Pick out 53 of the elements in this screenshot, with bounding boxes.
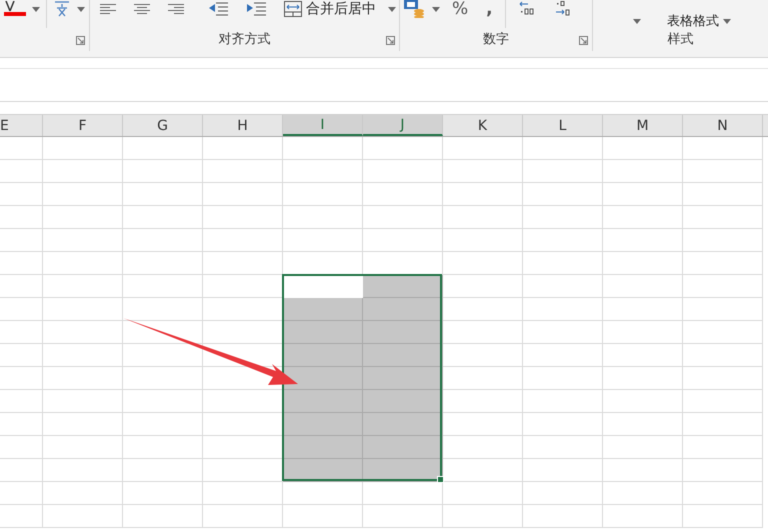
column-header[interactable]: J [363,115,443,136]
table-cell [0,436,43,459]
decrease-indent-icon[interactable] [208,2,228,16]
column-header[interactable]: I [283,115,363,136]
increase-indent-icon[interactable] [246,2,266,16]
table-cell [0,252,43,275]
table-cell [0,229,43,252]
table-cell [0,413,43,436]
column-header[interactable]: G [123,115,203,136]
fill-handle[interactable] [437,476,444,483]
table-cell [0,275,43,298]
table-cell [0,344,43,367]
table-cell [0,367,43,390]
column-header[interactable]: M [603,115,683,136]
caret-icon[interactable] [388,6,396,12]
table-cell [0,390,43,413]
column-header[interactable]: F [43,115,123,136]
decrease-decimal-icon[interactable] [554,1,572,17]
caret-icon[interactable] [432,6,440,12]
merge-cells-icon [284,1,302,17]
table-cell [0,160,43,183]
dialog-launcher-icon[interactable] [386,36,395,45]
table-cell [0,183,43,206]
column-header[interactable]: L [523,115,603,136]
align-center-icon[interactable] [134,3,150,15]
group-label: 样式 [668,31,694,48]
percent-style-button[interactable]: % [452,0,468,18]
column-header[interactable]: K [443,115,523,136]
phonetic-guide-icon[interactable] [53,1,71,17]
table-cell [0,206,43,229]
font-color-icon[interactable] [4,1,26,17]
column-header[interactable]: E [0,115,43,136]
column-header[interactable]: N [683,115,763,136]
merge-center-button[interactable]: 合并后居中 [306,0,376,18]
caret-icon[interactable] [723,18,731,24]
dialog-launcher-icon[interactable] [76,36,85,45]
format-as-table-button[interactable]: 表格格式 [667,12,719,30]
table-cell [0,505,43,528]
increase-decimal-icon[interactable] [518,1,536,17]
caret-icon[interactable] [633,18,641,24]
caret-icon[interactable] [32,6,40,12]
comma-style-button[interactable]: , [486,0,493,18]
table-cell [0,482,43,505]
table-cell [0,459,43,482]
group-label: 数字 [483,31,509,48]
caret-icon[interactable] [77,6,85,12]
align-left-icon[interactable] [100,3,116,15]
currency-format-icon[interactable] [404,0,426,18]
table-cell [0,321,43,344]
align-right-icon[interactable] [168,3,184,15]
dialog-launcher-icon[interactable] [579,36,588,45]
table-cell [0,298,43,321]
group-label: 对齐方式 [218,31,270,48]
